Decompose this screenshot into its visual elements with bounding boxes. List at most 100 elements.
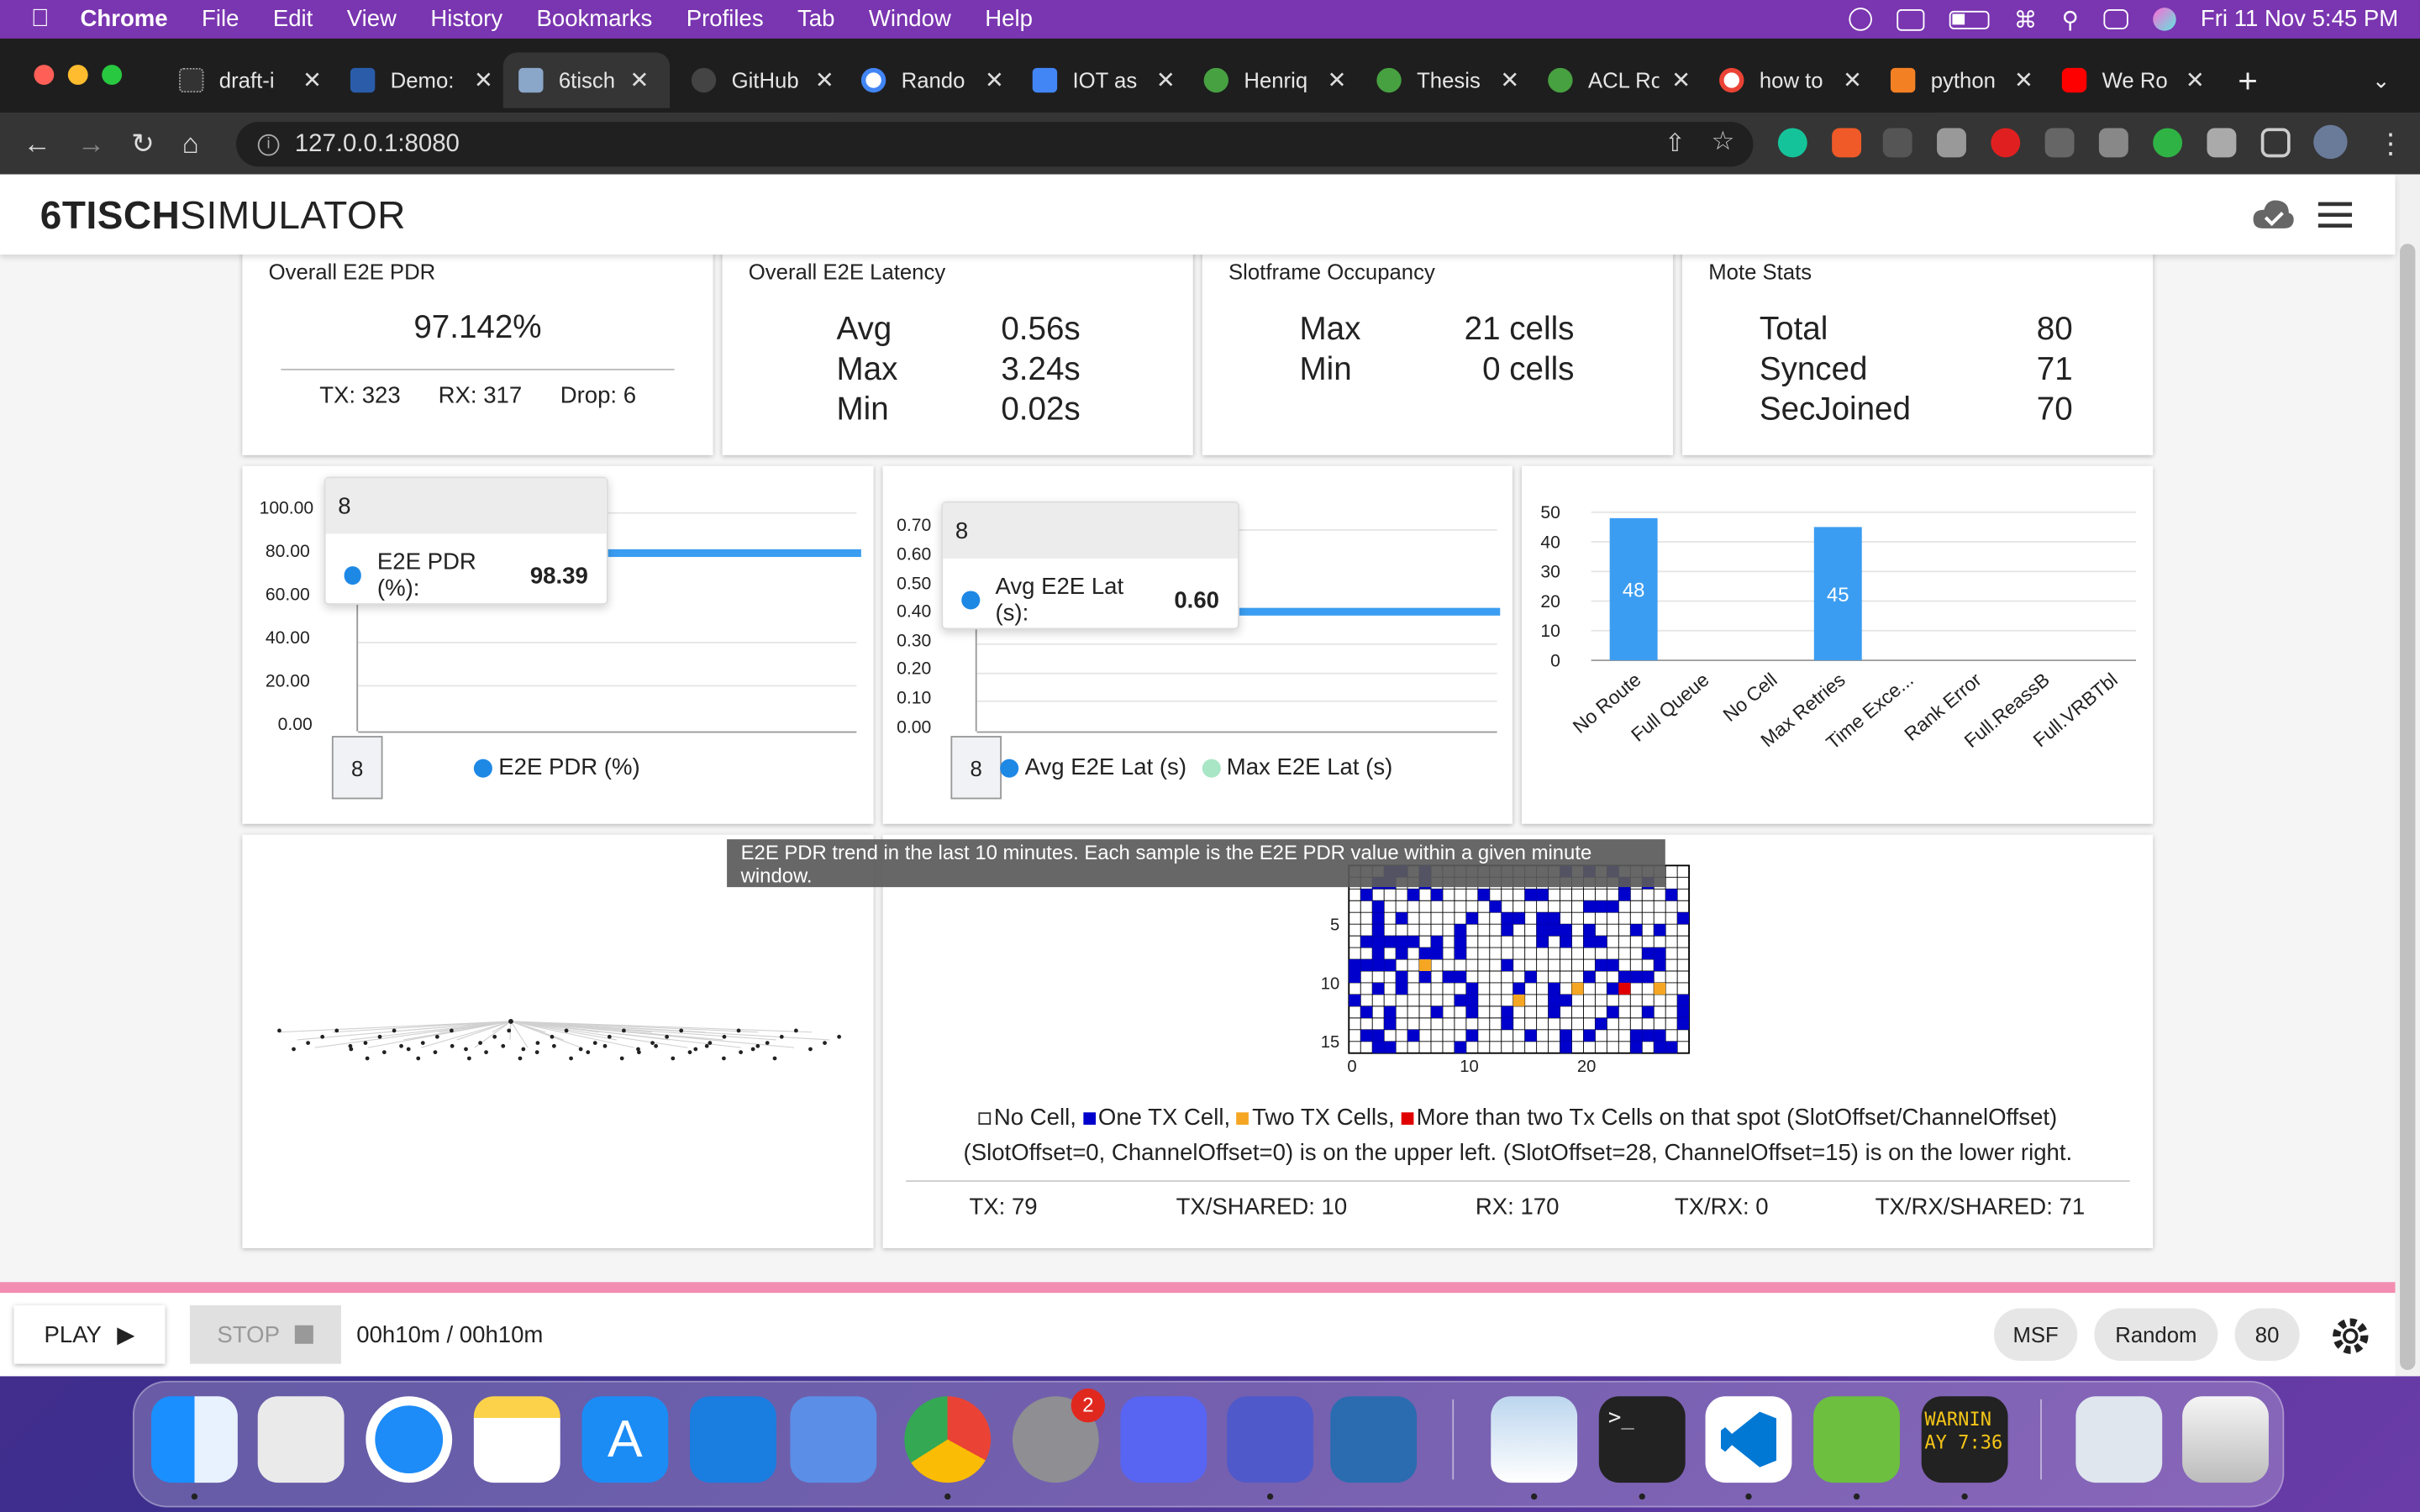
virtualbox-icon[interactable] (1330, 1396, 1418, 1483)
calculator-icon[interactable] (790, 1396, 877, 1483)
pdr-series-line[interactable] (589, 549, 861, 558)
tab-python[interactable]: python ✕ (1890, 52, 2033, 108)
teams-icon[interactable] (1227, 1396, 1314, 1483)
zoom-window-button[interactable] (102, 65, 123, 86)
play-button[interactable]: PLAY ▶ (13, 1305, 166, 1364)
bookmark-star-icon[interactable]: ☆ (1711, 127, 1734, 158)
chrome-icon[interactable] (904, 1396, 992, 1483)
extension-icon[interactable] (1937, 128, 1966, 158)
menu-tab[interactable]: Tab (797, 6, 834, 32)
share-icon[interactable]: ⇧ (1665, 128, 1686, 159)
close-tab-icon[interactable]: ✕ (474, 66, 493, 94)
siri-icon[interactable] (2152, 8, 2176, 31)
tab-random[interactable]: Rando ✕ (860, 52, 1004, 108)
grammarly-extension-icon[interactable] (1777, 128, 1807, 158)
launchpad-icon[interactable] (257, 1396, 345, 1483)
console-icon[interactable]: WARNIN AY 7:36 (1921, 1396, 2008, 1483)
menubar-clock[interactable]: Fri 11 Nov 5:45 PM (2201, 6, 2398, 32)
discord-icon[interactable] (1120, 1396, 1207, 1483)
menu-app-name[interactable]: Chrome (81, 6, 168, 32)
mote-count-chip[interactable]: 80 (2234, 1308, 2300, 1361)
puzzle-extensions-icon[interactable] (2207, 128, 2237, 158)
page-scrollbar[interactable] (2395, 174, 2420, 1377)
speaker-icon[interactable] (2044, 128, 2075, 158)
close-tab-icon[interactable]: ✕ (1843, 66, 1862, 94)
more-menu-icon[interactable]: ⋮ (2377, 127, 2405, 160)
menu-profiles[interactable]: Profiles (687, 6, 764, 32)
finder-icon[interactable] (150, 1396, 238, 1483)
cloud-check-icon[interactable] (2252, 197, 2295, 231)
tab-6tisch[interactable]: 6tisch ✕ (502, 52, 671, 108)
menu-file[interactable]: File (202, 6, 239, 32)
menu-window[interactable]: Window (869, 6, 951, 32)
script-editor-icon[interactable] (1813, 1396, 1900, 1483)
tab-youtube[interactable]: We Ro ✕ (2061, 52, 2205, 108)
stop-button[interactable]: STOP (189, 1305, 341, 1364)
close-tab-icon[interactable]: ✕ (2014, 66, 2033, 94)
menu-edit[interactable]: Edit (273, 6, 313, 32)
display-icon[interactable] (1897, 8, 1925, 30)
chart-legend[interactable]: E2E PDR (%) (473, 754, 640, 780)
latency-series-line[interactable] (1238, 607, 1501, 616)
hamburger-menu-icon[interactable] (2317, 201, 2353, 228)
keynote-icon[interactable] (690, 1396, 776, 1483)
extension-icon[interactable] (2153, 128, 2183, 158)
tab-draft[interactable]: draft-i ✕ (179, 52, 322, 108)
close-tab-icon[interactable]: ✕ (1156, 66, 1176, 94)
preview-icon[interactable] (1491, 1396, 1578, 1483)
side-panel-icon[interactable] (2260, 128, 2291, 158)
close-tab-icon[interactable]: ✕ (815, 66, 834, 94)
reload-icon[interactable]: ↻ (131, 127, 155, 160)
tab-howto[interactable]: how to ✕ (1719, 52, 1862, 108)
close-tab-icon[interactable]: ✕ (1500, 66, 1519, 94)
scrollbar-thumb[interactable] (2400, 244, 2416, 1370)
scheduling-function-chip[interactable]: MSF (1994, 1308, 2078, 1361)
control-center-icon[interactable] (2103, 9, 2128, 29)
close-tab-icon[interactable]: ✕ (985, 66, 1004, 94)
app-store-icon[interactable]: A (581, 1396, 669, 1483)
back-arrow-icon[interactable]: ← (24, 127, 51, 160)
apple-icon[interactable]:  (31, 5, 50, 33)
avatar[interactable] (2313, 124, 2348, 160)
tab-acl[interactable]: ACL Ro ✕ (1548, 52, 1691, 108)
menu-view[interactable]: View (347, 6, 397, 32)
new-tab-button[interactable]: + (2238, 61, 2258, 102)
safari-icon[interactable] (366, 1396, 453, 1483)
menu-help[interactable]: Help (985, 6, 1033, 32)
extension-icon[interactable] (1882, 128, 1912, 158)
zip-file-icon[interactable] (2075, 1396, 2163, 1483)
close-tab-icon[interactable]: ✕ (1671, 66, 1691, 94)
forward-arrow-icon[interactable]: → (77, 127, 105, 160)
tab-ieee[interactable]: Demo: ✕ (350, 52, 493, 108)
address-bar[interactable]: i 127.0.0.1:8080 ⇧ ☆ (236, 122, 1754, 167)
extension-icon[interactable] (2098, 128, 2128, 158)
minimize-window-button[interactable] (67, 65, 88, 86)
extension-icon[interactable] (1991, 128, 2021, 158)
play-circle-icon[interactable] (1849, 8, 1872, 31)
home-icon[interactable]: ⌂ (182, 127, 199, 160)
trash-icon[interactable] (2182, 1396, 2269, 1483)
menu-history[interactable]: History (430, 6, 502, 32)
close-tab-icon[interactable]: ✕ (1328, 66, 1347, 94)
settings-gear-icon[interactable] (2330, 1316, 2370, 1357)
close-tab-icon[interactable]: ✕ (302, 66, 322, 94)
tab-search-chevron-icon[interactable]: ⌄ (2372, 68, 2391, 94)
extension-icon[interactable] (1832, 128, 1862, 158)
tab-henriq[interactable]: Henriq ✕ (1203, 52, 1347, 108)
topology-chip[interactable]: Random (2094, 1308, 2218, 1361)
wifi-icon[interactable]: ⌘ (2014, 5, 2038, 33)
search-icon[interactable]: ⚲ (2062, 5, 2079, 33)
terminal-icon[interactable]: >_ (1598, 1396, 1686, 1483)
close-tab-icon[interactable]: ✕ (2186, 66, 2205, 94)
tab-thesis[interactable]: Thesis ✕ (1376, 52, 1519, 108)
chart-legend[interactable]: Avg E2E Lat (s) Max E2E Lat (s) (1000, 754, 1392, 780)
url-text[interactable]: 127.0.0.1:8080 (295, 130, 460, 158)
menu-bookmarks[interactable]: Bookmarks (537, 6, 653, 32)
notes-icon[interactable] (473, 1396, 560, 1483)
topology-graph[interactable] (242, 835, 873, 1248)
close-window-button[interactable] (34, 65, 55, 86)
battery-icon[interactable] (1949, 9, 1990, 29)
vscode-icon[interactable] (1705, 1396, 1792, 1483)
tab-iot[interactable]: IOT as ✕ (1032, 52, 1176, 108)
close-tab-icon[interactable]: ✕ (629, 66, 649, 94)
